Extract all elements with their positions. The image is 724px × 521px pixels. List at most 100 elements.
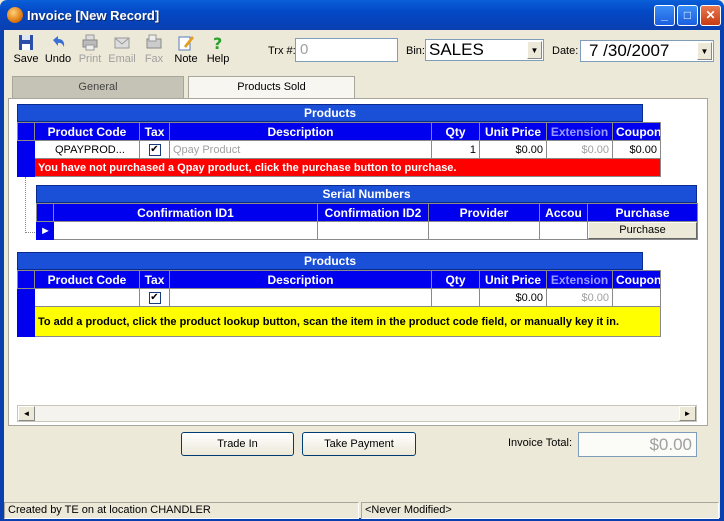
title-bar[interactable]: Invoice [New Record] _ □ ✕ (0, 0, 724, 30)
save-icon (19, 35, 33, 50)
scroll-left-arrow-icon[interactable]: ◄ (18, 406, 35, 421)
col-qty[interactable]: Qty (431, 122, 480, 141)
help-button[interactable]: ? Help (205, 34, 231, 65)
coupon-cell[interactable] (612, 288, 661, 307)
col-coupon[interactable]: Coupon (612, 270, 661, 289)
row-selector[interactable] (17, 288, 35, 337)
bin-label: Bin: (406, 45, 425, 57)
tax-checkbox[interactable]: ✔ (148, 291, 161, 304)
coupon-cell[interactable]: $0.00 (612, 140, 661, 159)
unit-price-cell[interactable]: $0.00 (479, 140, 547, 159)
trade-in-button[interactable]: Trade In (181, 432, 294, 456)
date-dropdown-arrow-icon[interactable]: ▼ (697, 42, 712, 60)
col-unit-price[interactable]: Unit Price (479, 122, 547, 141)
email-label: Email (108, 53, 136, 65)
col-tax[interactable]: Tax (139, 270, 170, 289)
help-label: Help (206, 53, 230, 65)
col-extension[interactable]: Extension (546, 270, 613, 289)
table-row[interactable]: ✔ $0.00 $0.00 (17, 288, 661, 337)
note-button[interactable]: Note (172, 34, 200, 65)
note-label: Note (174, 53, 198, 65)
col-confirmation-id1[interactable]: Confirmation ID1 (53, 203, 318, 222)
product-code-cell[interactable]: QPAYPROD... (34, 140, 140, 159)
trx-label: Trx #: (268, 45, 296, 57)
confirmation-id2-cell[interactable] (317, 221, 429, 240)
date-value: 7 /30/2007 (589, 41, 670, 60)
printer-icon (82, 34, 98, 51)
table-row[interactable]: ► Purchase (36, 221, 698, 240)
tab-general[interactable]: General (12, 76, 184, 98)
tax-checkbox[interactable]: ✔ (148, 143, 161, 156)
fax-button[interactable]: Fax (142, 34, 166, 65)
undo-icon (53, 36, 65, 47)
description-cell[interactable] (169, 288, 432, 307)
invoice-total-field: $0.00 (578, 432, 697, 457)
serial-grid-header: Confirmation ID1 Confirmation ID2 Provid… (36, 203, 698, 222)
col-extension[interactable]: Extension (546, 122, 613, 141)
col-provider[interactable]: Provider (428, 203, 540, 222)
print-button[interactable]: Print (77, 34, 103, 65)
status-created-by: Created by TE on at location CHANDLER (4, 502, 359, 519)
current-row-arrow-icon[interactable]: ► (36, 221, 54, 240)
qty-cell[interactable]: 1 (431, 140, 480, 159)
account-cell[interactable] (539, 221, 588, 240)
add-product-hint-message: To add a product, click the product look… (34, 306, 661, 337)
product-code-cell[interactable] (34, 288, 140, 307)
detail-connector-h (25, 232, 35, 233)
maximize-button[interactable]: □ (677, 5, 698, 26)
email-icon (114, 37, 130, 49)
tax-cell[interactable]: ✔ (139, 140, 170, 159)
products-grid-header: Product Code Tax Description Qty Unit Pr… (17, 122, 661, 141)
tab-products-sold[interactable]: Products Sold (188, 76, 355, 98)
minimize-button[interactable]: _ (654, 5, 675, 26)
table-row[interactable]: QPAYPROD... ✔ Qpay Product 1 $0.00 $0.00… (17, 140, 661, 177)
status-modified: <Never Modified> (361, 502, 719, 519)
date-picker[interactable]: 7 /30/2007 ▼ (580, 40, 714, 62)
undo-button[interactable]: Undo (44, 34, 72, 65)
extension-cell: $0.00 (546, 140, 613, 159)
save-button[interactable]: Save (12, 34, 40, 65)
fax-icon (146, 34, 162, 49)
note-icon (178, 36, 194, 51)
provider-cell[interactable] (428, 221, 540, 240)
row-selector[interactable] (17, 140, 35, 177)
col-confirmation-id2[interactable]: Confirmation ID2 (317, 203, 429, 222)
trx-input[interactable]: 0 (295, 38, 398, 62)
col-account[interactable]: Accou (539, 203, 588, 222)
tax-cell[interactable]: ✔ (139, 288, 170, 307)
scroll-right-arrow-icon[interactable]: ► (679, 406, 696, 421)
new-product-grid-caption: Products (17, 252, 643, 270)
col-purchase[interactable]: Purchase (587, 203, 698, 222)
qty-cell[interactable] (431, 288, 480, 307)
description-cell[interactable]: Qpay Product (169, 140, 432, 159)
purchase-button[interactable]: Purchase (588, 222, 697, 239)
help-icon: ? (213, 34, 222, 51)
take-payment-button[interactable]: Take Payment (302, 432, 416, 456)
col-qty[interactable]: Qty (431, 270, 480, 289)
confirmation-id1-cell[interactable] (53, 221, 318, 240)
purchase-cell[interactable]: Purchase (587, 221, 698, 240)
bin-dropdown-arrow-icon[interactable]: ▼ (527, 41, 542, 59)
col-unit-price[interactable]: Unit Price (479, 270, 547, 289)
horizontal-scrollbar[interactable]: ◄ ► (17, 405, 697, 422)
col-description[interactable]: Description (169, 270, 432, 289)
print-label: Print (78, 53, 102, 65)
col-coupon[interactable]: Coupon (612, 122, 661, 141)
window-frame-right (720, 30, 724, 521)
email-button[interactable]: Email (107, 34, 137, 65)
products-grid-caption: Products (17, 104, 643, 122)
close-button[interactable]: ✕ (700, 5, 721, 26)
bin-select[interactable]: SALES ▼ (425, 39, 544, 61)
fax-label: Fax (144, 53, 164, 65)
extension-cell: $0.00 (546, 288, 613, 307)
new-product-grid-header: Product Code Tax Description Qty Unit Pr… (17, 270, 661, 289)
window-frame-left (0, 30, 4, 521)
unit-price-cell[interactable]: $0.00 (479, 288, 547, 307)
col-tax[interactable]: Tax (139, 122, 170, 141)
col-product-code[interactable]: Product Code (34, 270, 140, 289)
row-selector-header (17, 270, 35, 289)
row-selector-header (17, 122, 35, 141)
col-description[interactable]: Description (169, 122, 432, 141)
col-product-code[interactable]: Product Code (34, 122, 140, 141)
qpay-warning-message: You have not purchased a Qpay product, c… (34, 158, 661, 177)
